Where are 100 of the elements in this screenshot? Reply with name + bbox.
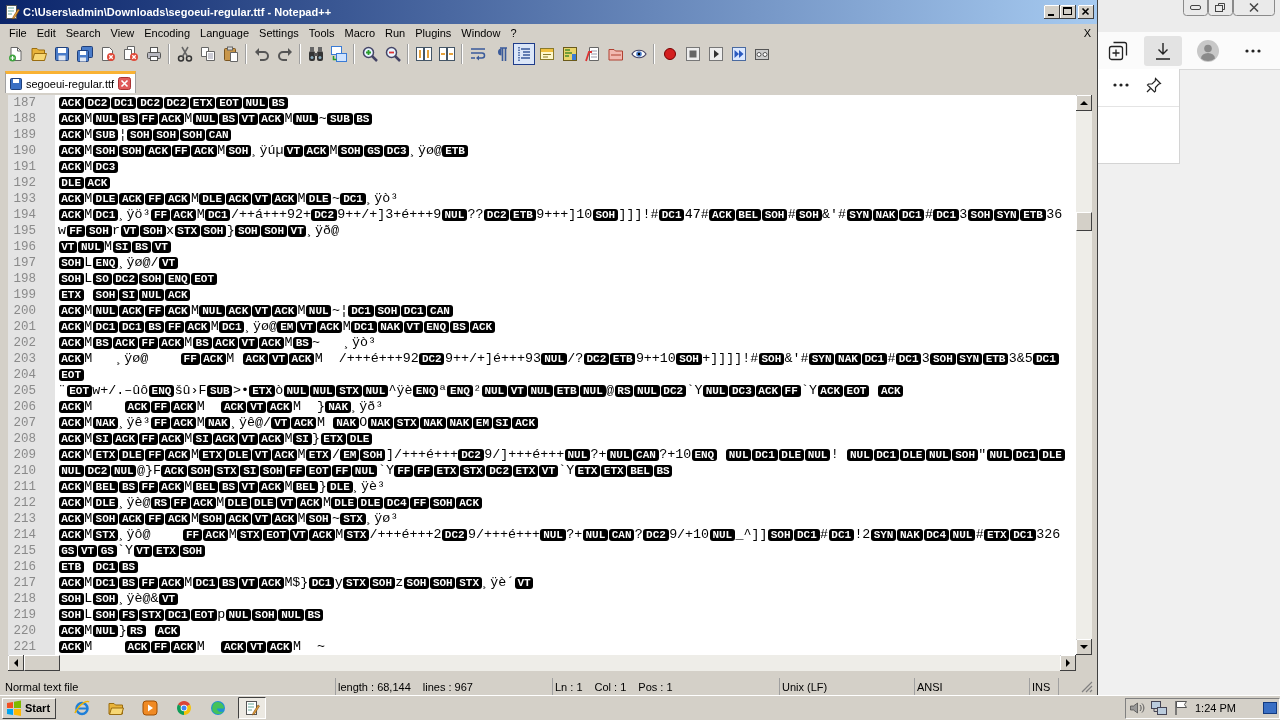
control-code: ACK [191,145,217,157]
control-code: NUL [804,449,831,461]
save-icon[interactable] [53,46,70,62]
control-code: FF [165,321,184,333]
menu-item[interactable]: ? [505,26,522,39]
scrollbar-thumb[interactable] [1076,212,1092,231]
code-text: ¸ÿø@/ [118,255,159,271]
close-icon[interactable] [118,77,132,90]
browser-icon[interactable] [176,700,193,716]
control-code: DC1 [861,353,887,365]
scroll-down-icon[interactable] [1076,639,1092,655]
scroll-left-icon[interactable] [8,655,24,671]
record-icon[interactable] [661,46,678,62]
menu-item[interactable]: Search [60,26,106,39]
paste-icon[interactable] [222,46,239,62]
more-icon[interactable] [1112,83,1129,87]
zoom-out-icon[interactable] [384,46,401,62]
file-tab[interactable]: segoeui-regular.ttf [5,71,137,93]
menu-item[interactable]: Settings [254,26,304,39]
restore-icon[interactable] [1208,0,1233,16]
maximize-icon[interactable] [1060,5,1076,19]
network-icon[interactable] [1151,700,1167,716]
more-icon[interactable] [1244,48,1261,53]
code-text: M [190,511,199,527]
control-code: ACK [165,305,191,317]
browser-icon[interactable] [74,700,91,716]
scroll-right-icon[interactable] [1060,655,1076,671]
flag-icon[interactable] [1173,700,1189,716]
code-text: M [84,415,93,431]
code-text: M [84,495,93,511]
code-text: # [787,207,796,223]
function-list-icon[interactable] [584,46,601,62]
menu-item[interactable]: Encoding [139,26,196,39]
avatar-icon[interactable] [1196,39,1219,62]
control-code: ACK [165,513,191,525]
resize-grip-icon[interactable] [1081,680,1093,693]
folder-icon[interactable] [108,700,125,716]
new-file-icon[interactable] [7,46,24,62]
close-icon[interactable] [1078,5,1094,19]
close-document-item[interactable]: X [1083,26,1091,39]
indent-guide-icon[interactable] [512,43,535,65]
minimize-icon[interactable] [1044,5,1060,19]
code-text: M [196,399,205,415]
text-area[interactable] [55,95,1076,655]
menu-item[interactable]: Run [380,26,411,39]
stop-icon[interactable] [684,46,701,62]
notepad-icon[interactable] [238,697,267,719]
word-wrap-icon[interactable] [469,46,486,62]
start-button[interactable]: Start [2,697,57,719]
menu-item[interactable]: View [105,26,140,39]
tape-icon[interactable] [753,46,770,62]
control-code: SOH [92,145,119,157]
close-icon[interactable] [1233,0,1275,16]
pin-icon[interactable] [1145,77,1162,93]
media-player-icon[interactable] [142,700,159,716]
control-code: EOT [263,529,289,541]
window-icon[interactable] [538,46,555,62]
save-all-icon[interactable] [76,46,93,62]
close-file-icon[interactable] [99,46,116,62]
menu-item[interactable]: Window [456,26,506,39]
menu-item[interactable]: File [4,26,32,39]
menu-item[interactable]: Edit [31,26,61,39]
scissors-icon[interactable] [176,46,193,62]
copy-icon[interactable] [199,46,216,62]
horizontal-scrollbar[interactable] [8,655,1076,671]
scrollbar-thumb[interactable] [24,655,60,671]
control-code: ACK [709,209,735,221]
download-icon[interactable] [1143,35,1182,66]
redo-icon[interactable] [276,46,293,62]
square-plus-icon[interactable] [1107,40,1128,61]
undo-icon[interactable] [253,46,270,62]
sync-vertical-icon[interactable] [415,46,432,62]
folder-icon[interactable] [30,46,47,62]
control-code: ACK [112,337,138,349]
code-text: ~ ¸ÿò³ [312,335,377,351]
folder-icon[interactable] [607,46,624,62]
menu-item[interactable]: Macro [339,26,381,39]
vertical-scrollbar[interactable] [1076,95,1092,655]
menu-item[interactable]: Plugins [410,26,457,39]
document-map-icon[interactable] [561,46,578,62]
menu-item[interactable]: Tools [303,26,340,39]
fast-forward-icon[interactable] [730,46,747,62]
play-icon[interactable] [707,46,724,62]
line-number: 201 [13,319,36,335]
menu-item[interactable]: Language [195,26,255,39]
code-text: ^ÿè [388,383,413,399]
find-replace-icon[interactable] [330,46,347,62]
zoom-in-icon[interactable] [361,46,378,62]
binoculars-icon[interactable] [307,46,324,62]
control-code: SOH [138,273,165,285]
print-icon[interactable] [145,46,162,62]
code-text: !2 [854,527,871,543]
code-text: M } [292,399,325,415]
status-text: length : 68,144 [338,680,411,693]
close-all-icon[interactable] [122,46,139,62]
minimize-icon[interactable] [1183,0,1208,16]
code-text: `Y [377,463,394,479]
sync-horizontal-icon[interactable] [438,46,455,62]
volume-icon[interactable] [1129,700,1145,716]
scroll-up-icon[interactable] [1076,95,1092,111]
